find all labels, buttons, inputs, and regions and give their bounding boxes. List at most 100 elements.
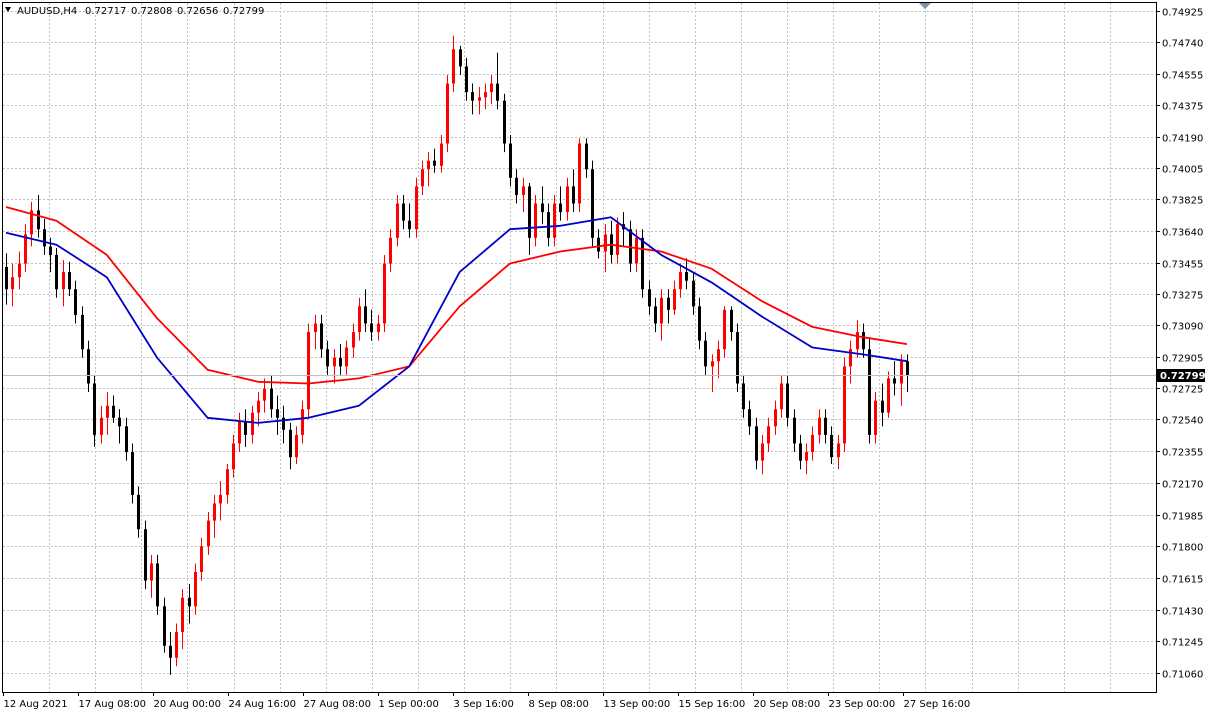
candle-body [730,309,733,333]
candle-body [81,314,84,350]
candle-body [692,280,695,307]
candle-body [774,409,777,427]
candle-body [333,357,336,367]
candle-body [307,332,310,410]
candle-body [408,220,411,230]
time-tick-label: 12 Aug 2021 [4,699,68,710]
candle-body [169,645,172,658]
candle-body [320,323,323,350]
candle-body [421,169,424,187]
ohlc-close: 0.72799 [223,6,264,17]
price-tick-label: 0.72355 [1162,448,1203,459]
candle-body [685,272,688,281]
candle-body [207,520,210,547]
candle-body [868,349,871,435]
candle-body [818,417,821,435]
candle-body [900,361,903,384]
candle-body [471,92,474,101]
time-tick-label: 24 Aug 16:00 [229,699,296,710]
candle-body [635,237,638,264]
candle-body [396,203,399,238]
candle-body [289,429,292,458]
price-tick-label: 0.73640 [1162,228,1203,239]
candle [144,520,147,590]
candle-body [711,361,714,367]
time-tick-label: 20 Aug 00:00 [154,699,221,710]
candle-body [251,412,254,435]
candle-body [465,66,468,93]
candle-body [301,409,304,435]
candle-body [370,323,373,333]
candle-body [452,49,455,84]
price-tick-label: 0.73090 [1162,322,1203,333]
candle-body [345,347,348,367]
price-label-text: 0.72799 [1160,371,1206,382]
candle-body [862,332,865,350]
candle-body [698,306,701,341]
candle-body [648,289,651,307]
candle-body [490,83,493,93]
candle-body [660,297,663,324]
candle-body [295,434,298,458]
candle-body [547,212,550,238]
candle-body [591,169,594,238]
candle [307,323,310,418]
candle-body [358,306,361,333]
candle-body [263,388,266,401]
price-tick-label: 0.72540 [1162,416,1203,427]
price-tick-label: 0.73825 [1162,196,1203,207]
candle-body [572,186,575,204]
chart-window[interactable]: 0.74925 0.74740 0.74555 0.74375 0.74190 0.740… [0,0,1212,711]
candle-body [786,383,789,418]
candle-body [131,452,134,495]
candle [578,138,581,213]
time-tick-label: 27 Aug 08:00 [304,699,371,710]
candle-body [200,546,203,573]
candle-body [100,417,103,435]
candle-body [893,378,896,384]
candle-body [118,417,121,427]
candle-body [566,186,569,213]
candle-body [767,426,770,444]
candle-body [673,289,676,310]
candle-body [496,83,499,101]
candle-body [597,237,600,252]
candle-body [522,186,525,195]
candle-body [276,409,279,418]
candle-body [213,503,216,521]
candle-body [717,349,720,362]
candle-body [641,237,644,290]
candle-body [74,289,77,315]
candle-body [232,443,235,470]
candle-body [219,494,222,504]
price-tick-label: 0.72170 [1162,480,1203,491]
time-tick-label: 20 Sep 08:00 [754,699,821,710]
candle-body [887,378,890,413]
candle-body [780,383,783,410]
candle-body [5,266,8,290]
price-tick-label: 0.74375 [1162,102,1203,113]
candle-body [156,563,159,607]
candle [503,93,506,153]
candle [843,357,846,453]
candle-body [559,203,562,213]
candle-body [881,400,884,413]
time-tick-label: 23 Sep 00:00 [829,699,896,710]
price-tick-label: 0.71060 [1162,670,1203,681]
candle-body [163,606,166,646]
price-chart[interactable]: 0.74925 0.74740 0.74555 0.74375 0.74190 0.740… [0,0,1212,711]
candle-body [906,361,909,375]
price-tick-label: 0.74555 [1162,71,1203,82]
candle-body [326,349,329,367]
candle-body [616,224,619,255]
price-tick-label: 0.74925 [1162,8,1203,19]
time-tick-label: 3 Sep 16:00 [454,699,514,710]
candle-body [18,263,21,278]
price-tick-label: 0.71430 [1162,607,1203,618]
candle-body [402,203,405,221]
candle-body [11,277,14,290]
candle-body [704,340,707,367]
candle-body [125,426,128,453]
price-tick-label: 0.72725 [1162,385,1203,396]
ohlc-open: 0.72717 [85,6,126,17]
